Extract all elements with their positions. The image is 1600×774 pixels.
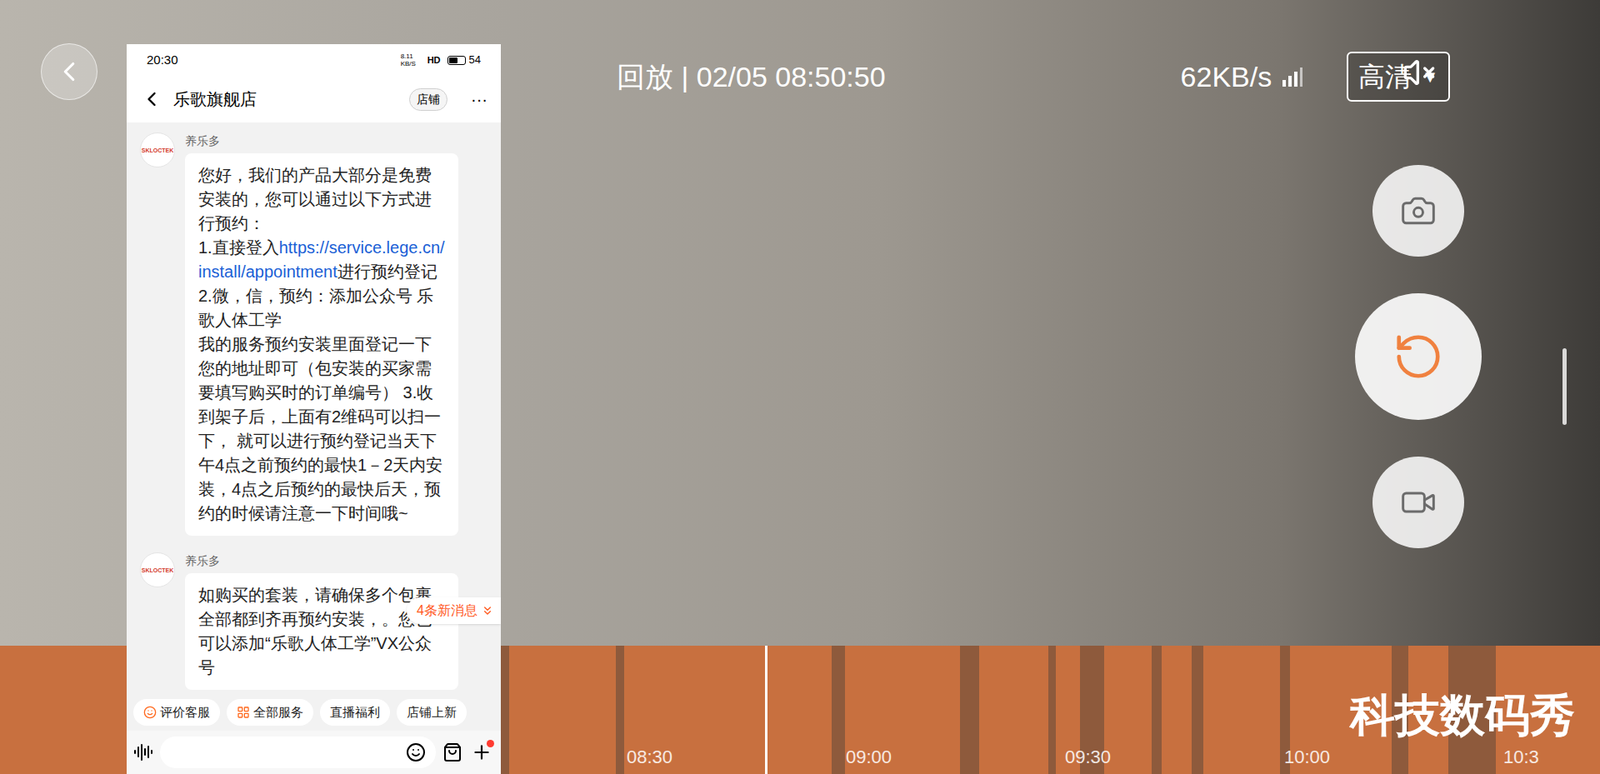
message-bubble: 如购买的套装，请确保多个包裹全部都到齐再预约安装，。您也可以添加“乐歌人体工学”…: [185, 573, 459, 690]
battery-icon: [447, 55, 466, 65]
quick-action[interactable]: 店铺上新: [396, 699, 467, 727]
quick-action[interactable]: 直播福利: [320, 699, 390, 727]
video-icon: [1400, 484, 1437, 521]
back-button[interactable]: [40, 43, 98, 100]
playback-title: 回放 | 02/05 08:50:50: [616, 55, 886, 99]
replay-icon: [1392, 330, 1445, 383]
avatar: SKLOCTEK: [140, 552, 175, 588]
screen: 回放 | 02/05 08:50:50 62KB/s 高清▼ 08:30 09:00 09…: [0, 0, 1600, 774]
message-text: 如购买的套装，请确保多个包裹全部都到齐再预约安装，。您也可以添加“乐歌人体工学”…: [198, 585, 432, 677]
message-text: 进行预约登记 2.微，信，预约：添加公众号 乐歌人体工学 我的服务预约安装里面登…: [198, 262, 443, 523]
record-button[interactable]: [1372, 456, 1465, 549]
shop-button[interactable]: 店铺: [409, 88, 448, 111]
recording-gap: [1048, 645, 1057, 774]
clock: 20:30: [146, 50, 179, 70]
recording-gap: [615, 645, 625, 774]
player-top-bar: 回放 | 02/05 08:50:50 62KB/s 高清▼: [616, 51, 1450, 102]
playhead[interactable]: [765, 645, 768, 774]
speaker-muted-icon: [1402, 55, 1436, 90]
message-list: SKLOCTEK养乐多您好，我们的产品大部分是免费安装的，您可以通过以下方式进行…: [126, 122, 501, 695]
quick-action[interactable]: 全部服务: [226, 699, 314, 727]
recording-gap: [960, 645, 980, 774]
watermark: 科技数码秀: [1350, 681, 1575, 750]
notification-dot: [486, 740, 495, 748]
grid-icon: [236, 705, 250, 720]
sender-name: 养乐多: [185, 552, 459, 570]
bitrate: 62KB/s: [1180, 55, 1273, 99]
down-arrow-icon: [480, 604, 495, 618]
snapshot-button[interactable]: [1372, 165, 1465, 257]
back-icon: [53, 55, 85, 88]
chat-header: 乐歌旗舰店 店铺 ···: [126, 75, 501, 123]
chat-screenshot: 20:308.11 KB/SHD54乐歌旗舰店店铺···SKLOCTEK养乐多您…: [126, 44, 501, 774]
phone-status-bar: 20:30 8.11 KB/S HD 54: [126, 44, 501, 76]
quick-actions: 评价客服全部服务直播福利店铺上新: [126, 694, 501, 731]
voice-icon[interactable]: [133, 742, 154, 763]
input-row: [126, 730, 501, 774]
camera-icon: [1400, 192, 1437, 230]
avatar: SKLOCTEK: [140, 132, 175, 168]
signal-icon: [1281, 66, 1304, 87]
plus-button[interactable]: [469, 740, 495, 765]
chat-title: 乐歌旗舰店: [173, 86, 257, 112]
product-icon[interactable]: [442, 742, 463, 763]
message-input[interactable]: [160, 736, 436, 769]
mute-button[interactable]: [1400, 53, 1439, 92]
recording-gap: [831, 645, 845, 774]
recording-gap: [1191, 645, 1203, 774]
timeline-tick: 09:30: [1065, 743, 1111, 771]
message: SKLOCTEK 养乐多您好，我们的产品大部分是免费安装的，您可以通过以下方式进行…: [140, 132, 488, 536]
scroll-indicator: [1562, 348, 1567, 425]
timeline-tick: 10:3: [1503, 743, 1540, 771]
timeline-tick: 09:00: [845, 743, 892, 771]
recording-gap: [1151, 645, 1162, 774]
back-icon[interactable]: [140, 87, 164, 111]
message-bubble: 您好，我们的产品大部分是免费安装的，您可以通过以下方式进行预约： 1.直接登入h…: [185, 153, 459, 536]
timeline-tick: 10:00: [1284, 743, 1330, 771]
replay-button[interactable]: [1355, 293, 1482, 420]
sender-name: 养乐多: [185, 132, 459, 150]
net-speed: 8.11 KB/S: [400, 52, 421, 68]
emoji-icon[interactable]: [405, 742, 426, 763]
timeline-tick: 08:30: [626, 743, 673, 771]
control-column: [1355, 165, 1482, 549]
new-messages-badge[interactable]: 4条新消息: [406, 597, 501, 625]
hd-label: HD: [427, 53, 441, 68]
battery-level: 54: [469, 51, 481, 69]
smile-icon: [143, 705, 157, 720]
quality-dropdown[interactable]: 高清▼: [1346, 51, 1450, 102]
more-button[interactable]: ···: [470, 86, 488, 112]
quick-action[interactable]: 评价客服: [133, 699, 220, 727]
